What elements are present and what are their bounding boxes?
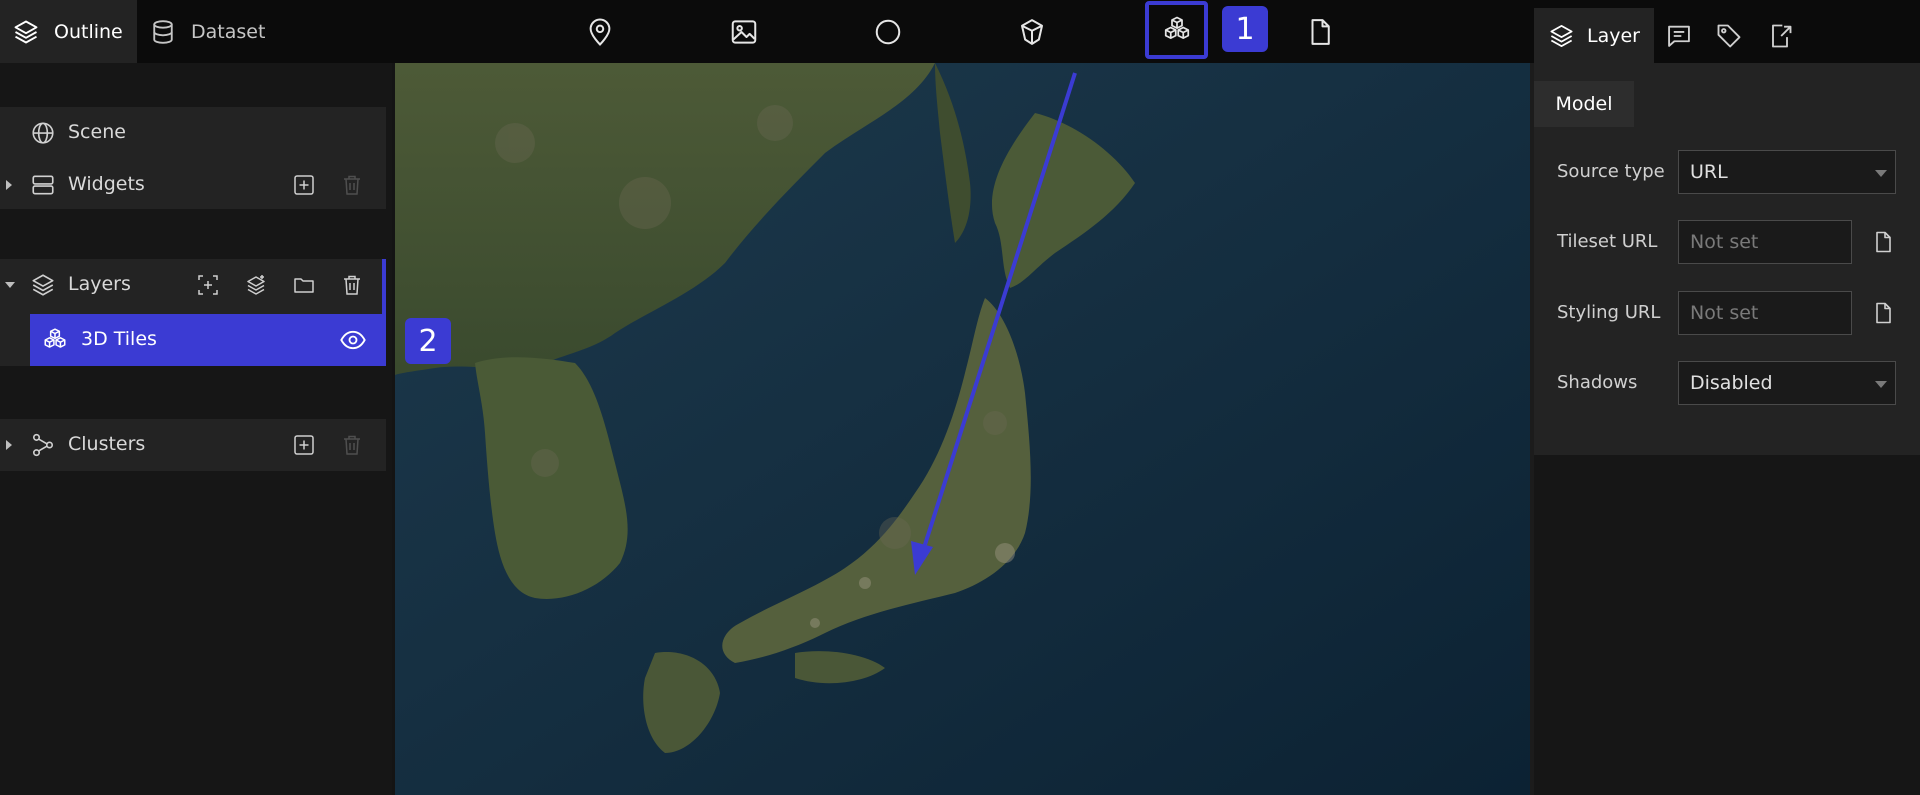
layer-item-3d-tiles-label: 3D Tiles bbox=[81, 328, 157, 350]
eye-icon[interactable] bbox=[339, 326, 367, 354]
shadows-value: Disabled bbox=[1690, 372, 1773, 394]
tileset-url-row: Tileset URL Not set bbox=[1557, 220, 1912, 264]
add-3d-tiles-button[interactable] bbox=[1145, 1, 1208, 59]
annotation-badge-1-text: 1 bbox=[1235, 11, 1255, 47]
add-file-button[interactable] bbox=[1295, 8, 1345, 56]
app-window: Outline Dataset 1 Layer Scene Widgets La… bbox=[0, 0, 1920, 795]
map-viewport[interactable]: 2 bbox=[395, 63, 1530, 795]
tab-dataset-label: Dataset bbox=[191, 20, 266, 43]
tab-outline-label: Outline bbox=[54, 20, 123, 43]
outline-item-scene-label: Scene bbox=[68, 121, 126, 143]
delete-cluster-button[interactable] bbox=[338, 431, 366, 459]
globe-icon bbox=[32, 122, 54, 144]
dropdown-arrow-icon bbox=[1875, 381, 1887, 388]
layer-item-3d-tiles[interactable]: 3D Tiles bbox=[30, 314, 383, 366]
layers-icon bbox=[32, 274, 54, 296]
tileset-url-placeholder: Not set bbox=[1690, 231, 1759, 253]
layer-properties-panel: Model Source type URL Tileset URL Not se… bbox=[1534, 63, 1920, 795]
layers-icon bbox=[14, 20, 38, 43]
file-icon bbox=[1311, 19, 1330, 45]
delete-layer-button[interactable] bbox=[338, 271, 366, 299]
expand-caret-icon[interactable] bbox=[6, 180, 12, 190]
photo-icon bbox=[731, 20, 757, 44]
styling-url-label: Styling URL bbox=[1557, 302, 1661, 323]
source-type-value: URL bbox=[1690, 161, 1728, 183]
source-type-label: Source type bbox=[1557, 161, 1665, 182]
source-type-row: Source type URL bbox=[1557, 150, 1912, 194]
annotation-badge-1: 1 bbox=[1222, 6, 1268, 52]
styling-url-placeholder: Not set bbox=[1690, 302, 1759, 324]
tileset-url-label: Tileset URL bbox=[1557, 231, 1658, 252]
add-sphere-button[interactable] bbox=[863, 8, 913, 56]
add-folder-button[interactable] bbox=[290, 271, 318, 299]
delete-widget-button[interactable] bbox=[338, 171, 366, 199]
annotation-badge-2: 2 bbox=[405, 318, 451, 364]
3d-tiles-icon bbox=[1164, 16, 1189, 39]
add-model-button[interactable] bbox=[1007, 8, 1057, 56]
scene-section: Scene Widgets bbox=[0, 107, 386, 209]
tab-infobox[interactable] bbox=[1659, 8, 1699, 63]
folder-icon bbox=[294, 278, 314, 293]
outline-item-scene[interactable]: Scene bbox=[0, 107, 386, 159]
tab-dataset[interactable]: Dataset bbox=[137, 0, 272, 63]
message-icon bbox=[1668, 25, 1690, 47]
styling-url-row: Styling URL Not set bbox=[1557, 291, 1912, 335]
collapse-caret-icon[interactable] bbox=[5, 282, 15, 288]
layers-icon bbox=[1550, 24, 1573, 47]
model-properties: Model Source type URL Tileset URL Not se… bbox=[1534, 63, 1920, 455]
widgets-icon bbox=[32, 175, 54, 195]
satellite-map bbox=[395, 63, 1530, 795]
trash-icon bbox=[344, 175, 360, 195]
export-icon bbox=[1772, 24, 1792, 47]
tab-tags[interactable] bbox=[1709, 8, 1749, 63]
add-layer-icon bbox=[198, 275, 218, 295]
marker-icon bbox=[589, 18, 611, 46]
tab-layer-label: Layer bbox=[1587, 24, 1640, 47]
shadows-row: Shadows Disabled bbox=[1557, 361, 1912, 405]
tab-layer[interactable]: Layer bbox=[1534, 8, 1654, 63]
3d-tiles-icon bbox=[44, 328, 66, 348]
add-marker-button[interactable] bbox=[575, 8, 625, 56]
annotation-badge-2-text: 2 bbox=[418, 323, 438, 359]
tileset-url-input[interactable]: Not set bbox=[1678, 220, 1852, 264]
circle-icon bbox=[875, 19, 901, 45]
layer-stack-icon bbox=[247, 275, 265, 295]
tab-export[interactable] bbox=[1760, 8, 1800, 63]
source-type-select[interactable]: URL bbox=[1678, 150, 1896, 194]
shadows-select[interactable]: Disabled bbox=[1678, 361, 1896, 405]
expand-caret-icon[interactable] bbox=[6, 440, 12, 450]
add-cluster-button[interactable] bbox=[290, 431, 318, 459]
styling-url-input[interactable]: Not set bbox=[1678, 291, 1852, 335]
add-layer-button[interactable] bbox=[194, 271, 222, 299]
add-square-icon bbox=[294, 175, 314, 195]
outline-item-widgets[interactable]: Widgets bbox=[0, 159, 386, 211]
dropdown-arrow-icon bbox=[1875, 170, 1887, 177]
file-icon[interactable] bbox=[1871, 230, 1895, 254]
outline-panel: Scene Widgets Layers 3D Tiles Clusters bbox=[0, 63, 392, 795]
outline-item-widgets-label: Widgets bbox=[68, 173, 145, 195]
add-layer-group-button[interactable] bbox=[242, 271, 270, 299]
top-bar: Outline Dataset 1 Layer bbox=[0, 0, 1920, 63]
trash-icon bbox=[344, 435, 360, 455]
add-photo-overlay-button[interactable] bbox=[719, 8, 769, 56]
tab-model[interactable]: Model bbox=[1534, 81, 1634, 127]
outline-item-clusters[interactable]: Clusters bbox=[0, 419, 386, 471]
tab-model-label: Model bbox=[1555, 93, 1613, 115]
file-icon[interactable] bbox=[1871, 301, 1895, 325]
tab-outline[interactable]: Outline bbox=[0, 0, 137, 63]
model-icon bbox=[1021, 19, 1043, 45]
shadows-label: Shadows bbox=[1557, 372, 1638, 393]
add-square-icon bbox=[294, 435, 314, 455]
tag-icon bbox=[1717, 24, 1741, 47]
outline-item-clusters-label: Clusters bbox=[68, 433, 146, 455]
trash-icon bbox=[344, 275, 360, 295]
cluster-icon bbox=[32, 433, 54, 457]
outline-item-layers[interactable]: Layers bbox=[0, 259, 386, 311]
database-icon bbox=[153, 19, 173, 44]
add-widget-button[interactable] bbox=[290, 171, 318, 199]
outline-item-layers-label: Layers bbox=[68, 273, 131, 295]
clusters-section: Clusters bbox=[0, 419, 386, 471]
